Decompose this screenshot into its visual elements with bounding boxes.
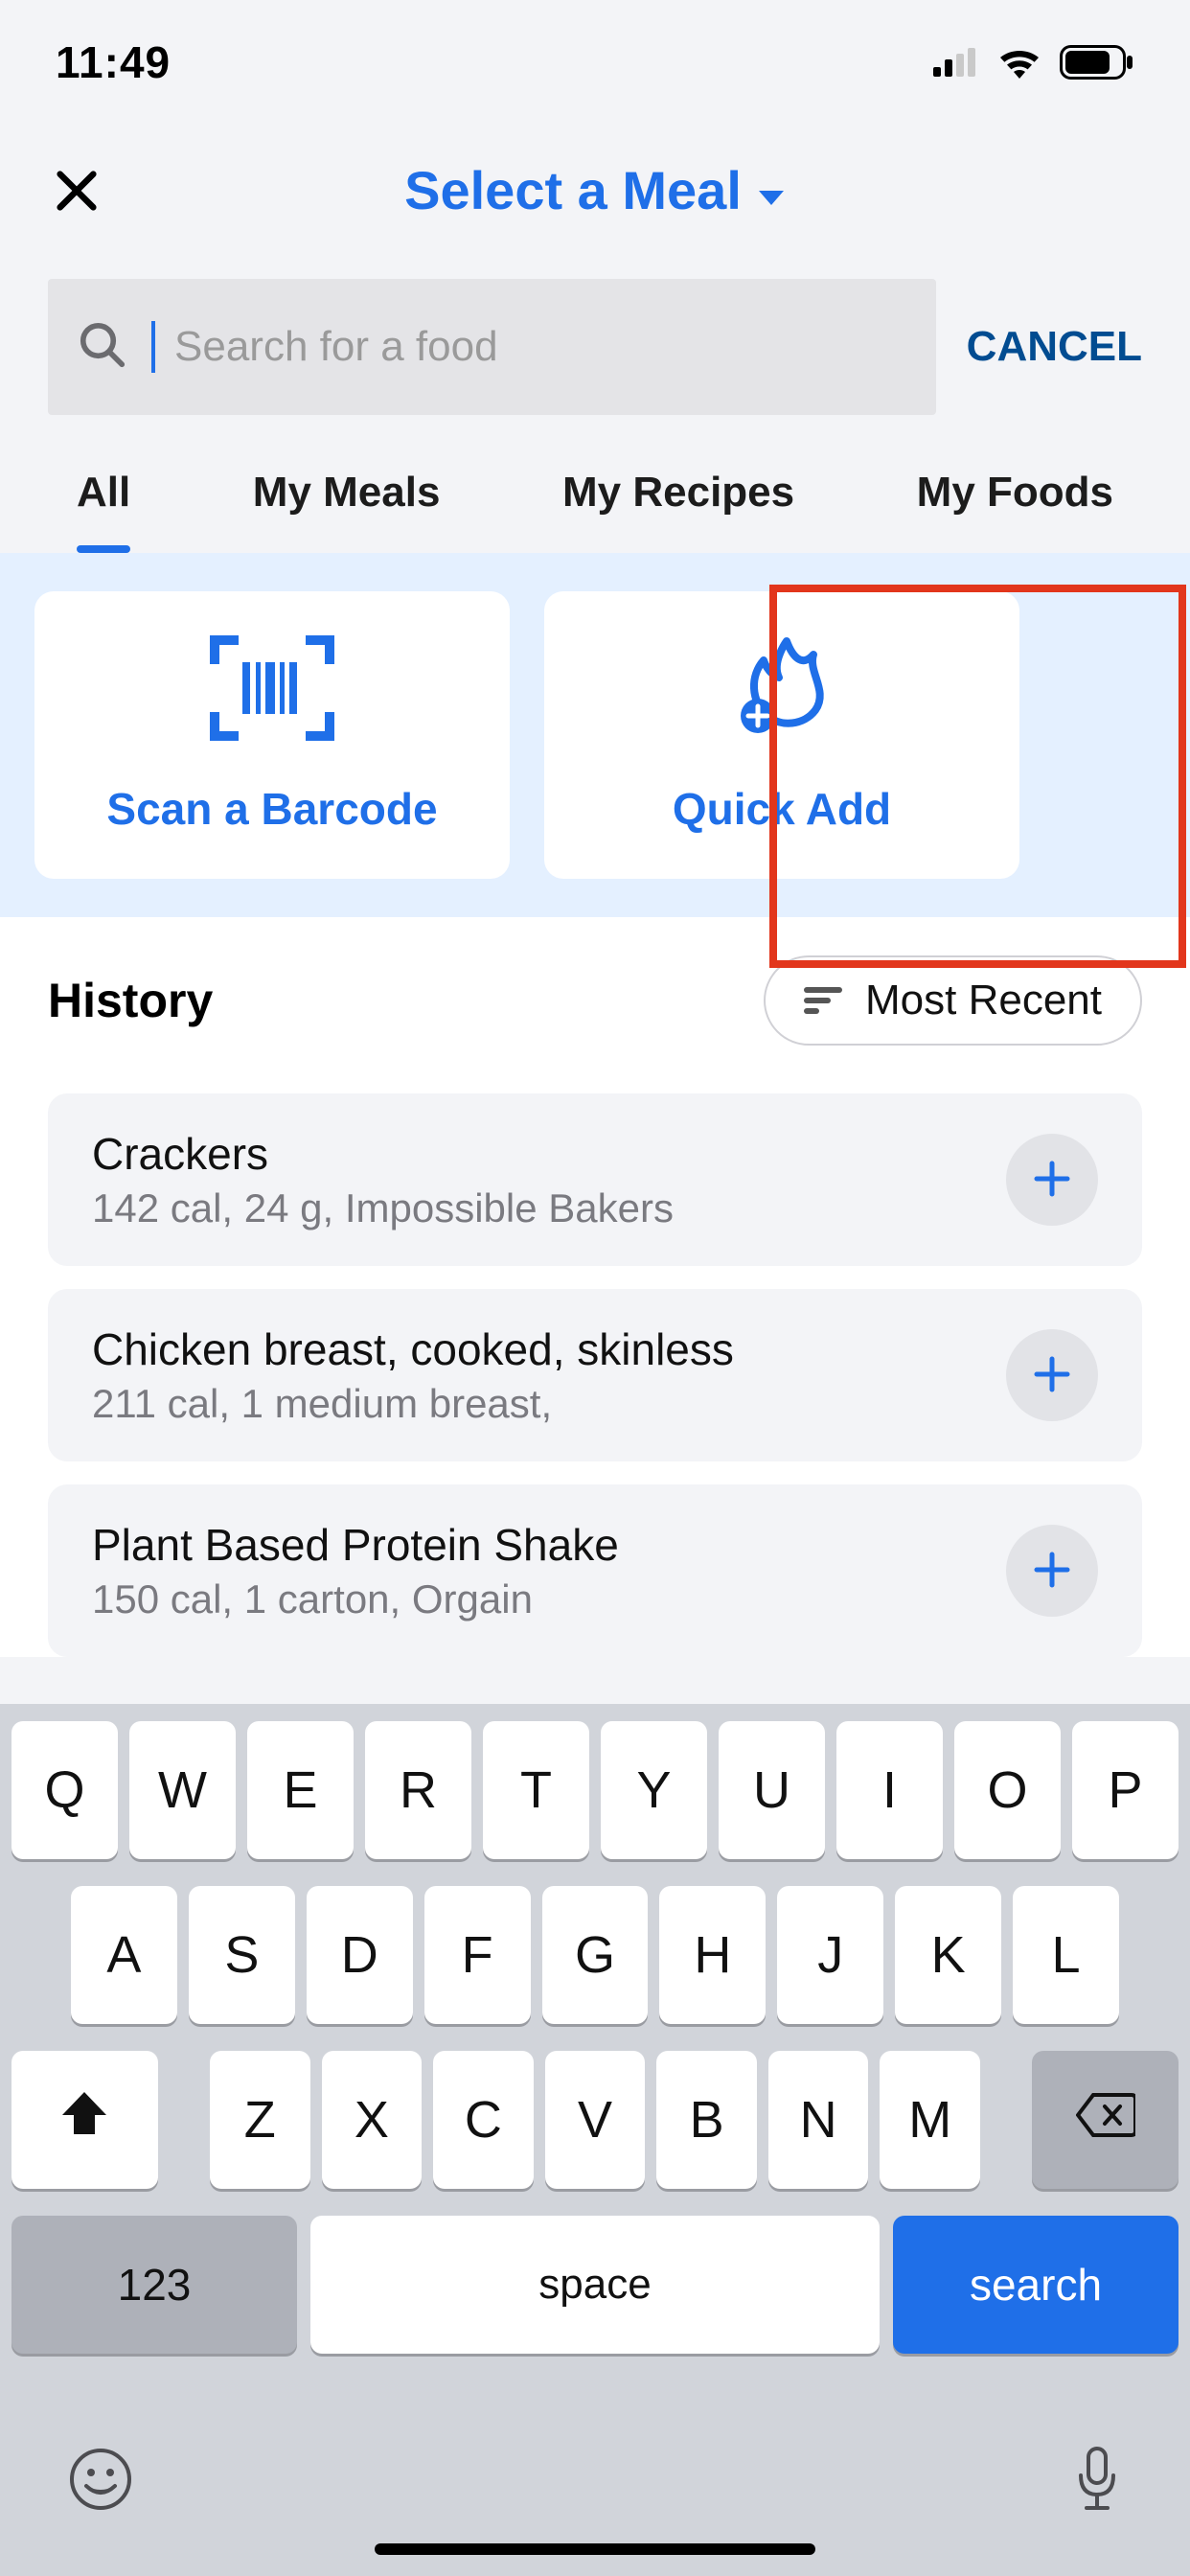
plus-icon (1031, 1549, 1073, 1594)
search-row: CANCEL (0, 279, 1190, 453)
action-cards-strip[interactable]: Meal Scan a Barcode Qu (0, 553, 1190, 917)
tabs: All My Meals My Recipes My Foods (0, 453, 1190, 553)
key-n[interactable]: N (768, 2051, 869, 2189)
key-s[interactable]: S (189, 1886, 295, 2024)
key-search[interactable]: search (893, 2216, 1179, 2354)
key-h[interactable]: H (659, 1886, 766, 2024)
backspace-icon (1076, 2090, 1135, 2150)
close-button[interactable] (48, 163, 105, 220)
search-input[interactable] (174, 323, 907, 371)
history-item[interactable]: Chicken breast, cooked, skinless 211 cal… (48, 1289, 1142, 1461)
plus-icon (1031, 1158, 1073, 1203)
search-box[interactable] (48, 279, 936, 415)
key-space[interactable]: space (310, 2216, 880, 2354)
key-dictation[interactable] (1073, 2445, 1121, 2517)
history-item[interactable]: Plant Based Protein Shake 150 cal, 1 car… (48, 1484, 1142, 1657)
add-item-button[interactable] (1006, 1525, 1098, 1617)
cancel-search-button[interactable]: CANCEL (967, 323, 1142, 371)
tab-my-meals[interactable]: My Meals (224, 453, 469, 553)
home-indicator[interactable] (375, 2543, 815, 2555)
page-title-text: Select a Meal (404, 159, 742, 221)
key-o[interactable]: O (954, 1721, 1061, 1859)
search-icon (77, 319, 128, 376)
key-emoji[interactable] (69, 2448, 132, 2514)
key-c[interactable]: C (433, 2051, 534, 2189)
key-v[interactable]: V (545, 2051, 646, 2189)
history-item-name: Plant Based Protein Shake (92, 1519, 977, 1571)
history-item-detail: 150 cal, 1 carton, Orgain (92, 1576, 977, 1622)
meal-selector-dropdown[interactable]: Select a Meal (48, 159, 1142, 221)
wifi-icon (996, 46, 1042, 79)
header: Select a Meal (0, 105, 1190, 279)
history-section: History Most Recent Crackers 142 cal, 24… (0, 917, 1190, 1657)
key-j[interactable]: J (777, 1886, 883, 2024)
key-e[interactable]: E (247, 1721, 354, 1859)
history-item-detail: 211 cal, 1 medium breast, (92, 1381, 977, 1427)
history-item-name: Crackers (92, 1128, 977, 1180)
keyboard-row-4: 123 space search (11, 2216, 1179, 2354)
key-shift[interactable] (11, 2051, 158, 2189)
battery-icon (1060, 45, 1134, 80)
key-x[interactable]: X (322, 2051, 423, 2189)
key-f[interactable]: F (424, 1886, 531, 2024)
sort-label: Most Recent (865, 977, 1102, 1024)
tab-all[interactable]: All (48, 453, 159, 553)
key-m[interactable]: M (880, 2051, 980, 2189)
text-cursor (151, 321, 155, 373)
tab-my-foods[interactable]: My Foods (888, 453, 1142, 553)
key-z[interactable]: Z (210, 2051, 310, 2189)
key-t[interactable]: T (483, 1721, 589, 1859)
key-a[interactable]: A (71, 1886, 177, 2024)
flame-plus-icon (729, 635, 835, 741)
key-numbers[interactable]: 123 (11, 2216, 297, 2354)
scan-barcode-label: Scan a Barcode (106, 783, 437, 835)
keyboard: Q W E R T Y U I O P A S D F G H J K L Z … (0, 1704, 1190, 2576)
key-u[interactable]: U (719, 1721, 825, 1859)
quick-add-label: Quick Add (673, 783, 891, 835)
microphone-icon (1073, 2502, 1121, 2517)
key-l[interactable]: L (1013, 1886, 1119, 2024)
history-list: Crackers 142 cal, 24 g, Impossible Baker… (48, 1093, 1142, 1657)
history-header: History Most Recent (48, 955, 1142, 1046)
key-backspace[interactable] (1032, 2051, 1179, 2189)
barcode-icon (210, 635, 334, 741)
key-p[interactable]: P (1072, 1721, 1179, 1859)
keyboard-row-1: Q W E R T Y U I O P (11, 1721, 1179, 1859)
plus-icon (1031, 1353, 1073, 1398)
keyboard-row-2: A S D F G H J K L (11, 1886, 1179, 2024)
history-item[interactable]: Crackers 142 cal, 24 g, Impossible Baker… (48, 1093, 1142, 1266)
status-time: 11:49 (56, 36, 171, 88)
tab-my-recipes[interactable]: My Recipes (534, 453, 823, 553)
history-title: History (48, 973, 213, 1028)
history-item-name: Chicken breast, cooked, skinless (92, 1323, 977, 1375)
chevron-down-icon (757, 159, 786, 221)
cellular-icon (933, 48, 979, 77)
scan-barcode-card[interactable]: Scan a Barcode (34, 591, 510, 879)
key-k[interactable]: K (895, 1886, 1001, 2024)
key-i[interactable]: I (836, 1721, 943, 1859)
status-bar: 11:49 (0, 0, 1190, 105)
key-b[interactable]: B (656, 2051, 757, 2189)
close-icon (52, 204, 102, 218)
key-q[interactable]: Q (11, 1721, 118, 1859)
keyboard-row-3: Z X C V B N M (11, 2051, 1179, 2189)
key-d[interactable]: D (307, 1886, 413, 2024)
key-g[interactable]: G (542, 1886, 649, 2024)
sort-icon (804, 977, 842, 1024)
history-item-detail: 142 cal, 24 g, Impossible Bakers (92, 1185, 977, 1231)
emoji-icon (69, 2499, 132, 2514)
status-icons (933, 45, 1134, 80)
quick-add-card[interactable]: Quick Add (544, 591, 1019, 879)
shift-icon (58, 2090, 110, 2150)
key-r[interactable]: R (365, 1721, 471, 1859)
add-item-button[interactable] (1006, 1134, 1098, 1226)
add-item-button[interactable] (1006, 1329, 1098, 1421)
key-w[interactable]: W (129, 1721, 236, 1859)
key-y[interactable]: Y (601, 1721, 707, 1859)
sort-button[interactable]: Most Recent (764, 955, 1142, 1046)
